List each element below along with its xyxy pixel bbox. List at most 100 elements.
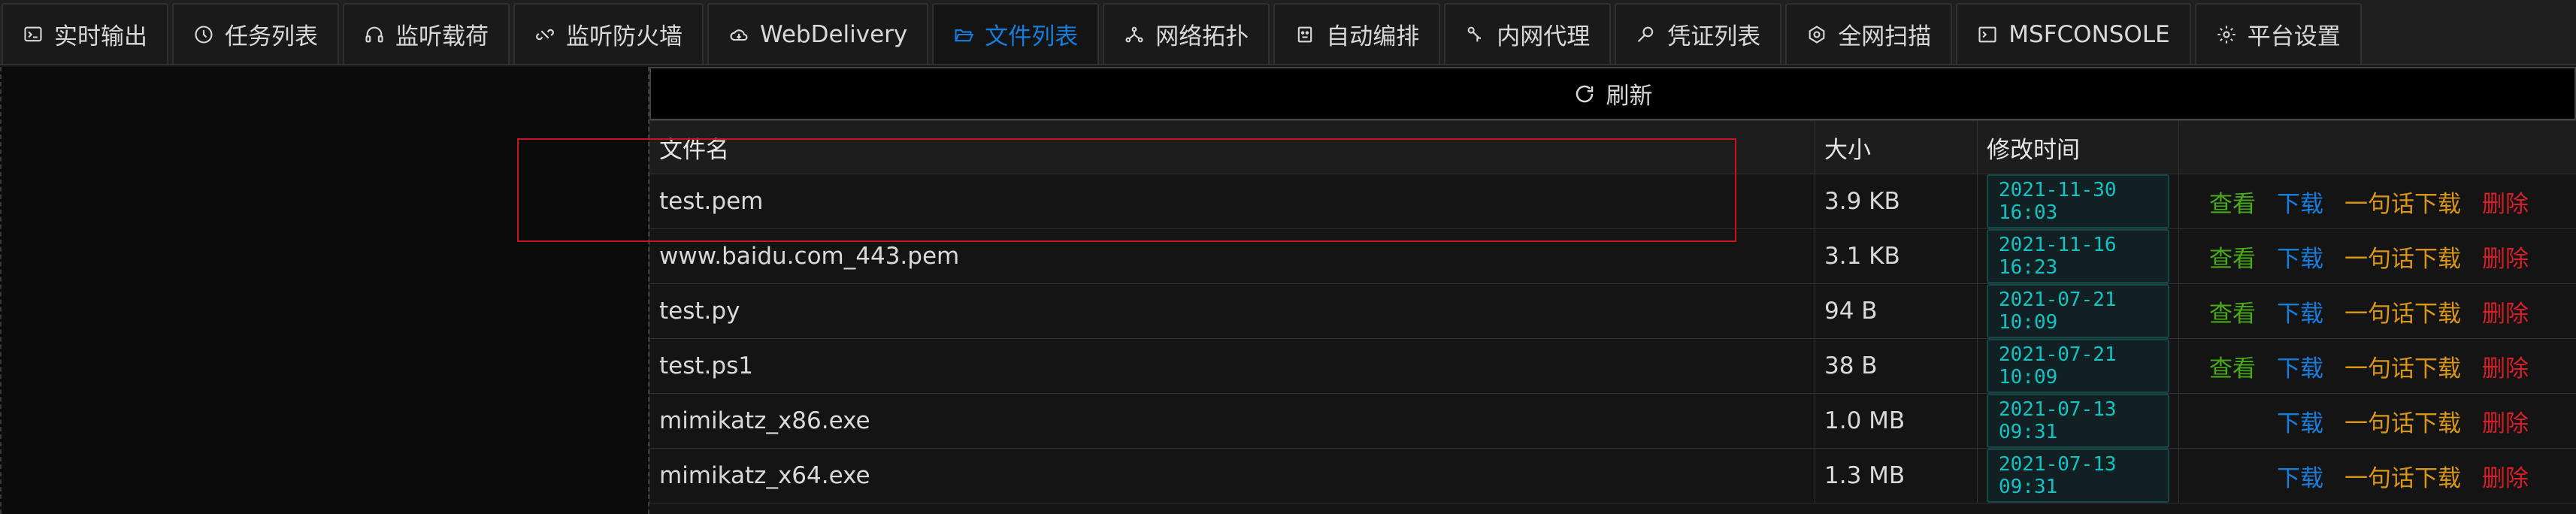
oneline-download-link[interactable]: 一句话下载 xyxy=(2344,295,2461,328)
tab-11[interactable]: MSFCONSOLE xyxy=(1956,3,2191,64)
file-size: 3.1 KB xyxy=(1815,228,1978,284)
file-time-cell: 2021-07-13 09:31 xyxy=(1977,393,2179,449)
column-header-name[interactable]: 文件名 xyxy=(649,120,1815,174)
view-link[interactable]: 查看 xyxy=(2209,185,2256,219)
file-name: test.pem xyxy=(649,174,1815,229)
file-time-tag: 2021-07-21 10:09 xyxy=(1987,339,2169,393)
delete-link[interactable]: 删除 xyxy=(2482,240,2529,274)
tab-6[interactable]: 网络拓扑 xyxy=(1103,3,1270,64)
proxy-icon xyxy=(1467,26,1482,41)
file-size: 38 B xyxy=(1815,338,1978,394)
column-header-size[interactable]: 大小 xyxy=(1815,120,1978,174)
headphones-icon xyxy=(365,26,383,42)
file-actions: 查看下载一句话下载删除 xyxy=(2178,283,2576,339)
file-time-tag: 2021-07-13 09:31 xyxy=(1987,449,2169,503)
cloud-icon xyxy=(730,29,748,41)
tab-2[interactable]: 监听载荷 xyxy=(343,3,510,64)
table-row: test.pem 3.9 KB 2021-11-30 16:03 查看 下载 一句话下载删… xyxy=(649,174,2576,229)
tab-label: 自动编排 xyxy=(1326,23,1420,50)
file-name: mimikatz_x64.exe xyxy=(649,448,1815,503)
tab-12[interactable]: 平台设置 xyxy=(2194,3,2362,64)
table-row: mimikatz_x64.exe1.3 MB2021-07-13 09:31查看… xyxy=(649,448,2576,503)
oneline-download-link[interactable]: 一句话下载 xyxy=(2344,349,2461,383)
delete-link[interactable]: 删除 xyxy=(2482,185,2529,219)
tab-1[interactable]: 任务列表 xyxy=(172,3,339,64)
delete-link[interactable]: 删除 xyxy=(2482,459,2529,493)
console-icon xyxy=(24,26,42,41)
file-size: 1.3 MB xyxy=(1815,448,1978,503)
gear-icon xyxy=(2217,25,2235,44)
download-link[interactable]: 下载 xyxy=(2277,295,2323,328)
view-link[interactable]: 查看 xyxy=(2209,349,2256,383)
tab-label: 网络拓扑 xyxy=(1155,23,1249,50)
download-link[interactable]: 下载 xyxy=(2277,404,2323,438)
file-time-tag: 2021-07-21 10:09 xyxy=(1987,284,2169,338)
file-time-tag: 2021-07-13 09:31 xyxy=(1987,394,2169,448)
refresh-button[interactable]: 刷新 xyxy=(649,67,2576,120)
file-name: www.baidu.com_443.pem xyxy=(649,228,1815,284)
tab-0[interactable]: 实时输出 xyxy=(2,3,168,64)
tab-5[interactable]: 文件列表 xyxy=(932,3,1100,64)
view-link[interactable]: 查看 xyxy=(2209,295,2256,328)
file-list-panel: 刷新 文件名 大小 修改时间 test.pem 3.9 KB 2021-11-30 … xyxy=(649,67,2576,514)
left-panel xyxy=(0,67,649,514)
download-link[interactable]: 下载 xyxy=(2277,240,2323,274)
tab-bar: 实时输出 任务列表 监听载荷 监听防火墙 WebDelivery 文件列表 网络拓扑 自动编排… xyxy=(0,0,2576,65)
file-actions: 查看下载一句话下载删除 xyxy=(2178,174,2576,229)
file-time-cell: 2021-07-21 10:09 xyxy=(1977,283,2179,339)
view-link[interactable]: 查看 xyxy=(2209,240,2256,274)
robot-icon xyxy=(1298,26,1312,42)
file-actions: 查看下载一句话下载删除 xyxy=(2178,393,2576,449)
tab-label: MSFCONSOLE xyxy=(2008,20,2170,48)
file-time-cell: 2021-11-16 16:23 xyxy=(1977,228,2179,284)
file-actions: 查看下载一句话下载删除 xyxy=(2178,338,2576,394)
network-icon xyxy=(1125,26,1143,42)
download-link[interactable]: 下载 xyxy=(2277,349,2323,383)
oneline-download-link[interactable]: 一句话下载 xyxy=(2344,459,2461,493)
file-table: 文件名 大小 修改时间 test.pem 3.9 KB 2021-11-30 16:… xyxy=(649,120,2576,503)
tab-label: 平台设置 xyxy=(2247,23,2341,50)
key-icon xyxy=(1638,26,1654,42)
file-name: mimikatz_x86.exe xyxy=(649,393,1815,449)
tab-label: 监听防火墙 xyxy=(566,23,683,50)
table-row: test.ps1 38 B 2021-07-21 10:09 查看 下载 一句话下载 删除 xyxy=(649,338,2576,394)
table-row: mimikatz_x86.exe1.0 MB2021-07-13 09:31查看… xyxy=(649,393,2576,449)
download-link[interactable]: 下载 xyxy=(2277,459,2323,493)
tab-4[interactable]: WebDelivery xyxy=(707,3,929,64)
tab-label: 文件列表 xyxy=(985,23,1079,50)
tab-label: 任务列表 xyxy=(225,23,318,50)
file-time-tag: 2021-11-30 16:03 xyxy=(1987,174,2169,228)
refresh-icon xyxy=(1576,85,1593,102)
radar-icon xyxy=(1809,25,1825,44)
tab-label: WebDelivery xyxy=(760,20,908,48)
oneline-download-link[interactable]: 一句话下载 xyxy=(2344,240,2461,274)
file-name: test.py xyxy=(649,283,1815,339)
tab-7[interactable]: 自动编排 xyxy=(1273,3,1441,64)
file-name: test.ps1 xyxy=(649,338,1815,394)
file-time-tag: 2021-11-16 16:23 xyxy=(1987,229,2169,283)
table-header-row: 文件名 大小 修改时间 xyxy=(649,120,2576,174)
delete-link[interactable]: 删除 xyxy=(2482,295,2529,328)
tab-9[interactable]: 凭证列表 xyxy=(1615,3,1782,64)
oneline-download-link[interactable]: 一句话下载 xyxy=(2344,404,2461,438)
download-link[interactable]: 下载 xyxy=(2277,185,2323,219)
oneline-download-link[interactable]: 一句话下载 xyxy=(2344,185,2461,219)
clock-icon xyxy=(195,25,213,44)
tab-3[interactable]: 监听防火墙 xyxy=(513,3,704,64)
tab-label: 凭证列表 xyxy=(1667,23,1761,50)
file-actions: 查看下载一句话下载删除 xyxy=(2178,448,2576,503)
terminal-icon xyxy=(1978,26,1996,42)
column-header-time[interactable]: 修改时间 xyxy=(1977,120,2179,174)
tab-8[interactable]: 内网代理 xyxy=(1444,3,1612,64)
delete-link[interactable]: 删除 xyxy=(2482,349,2529,383)
tab-label: 监听载荷 xyxy=(395,23,489,50)
file-actions: 查看下载一句话下载删除 xyxy=(2178,228,2576,284)
link-broken-icon xyxy=(536,29,554,40)
column-header-actions xyxy=(2178,120,2576,174)
file-size: 94 B xyxy=(1815,283,1978,339)
tab-label: 实时输出 xyxy=(54,23,147,50)
tab-label: 内网代理 xyxy=(1497,23,1591,50)
delete-link[interactable]: 删除 xyxy=(2482,404,2529,438)
refresh-label: 刷新 xyxy=(1606,83,1653,110)
tab-10[interactable]: 全网扫描 xyxy=(1785,3,1953,64)
